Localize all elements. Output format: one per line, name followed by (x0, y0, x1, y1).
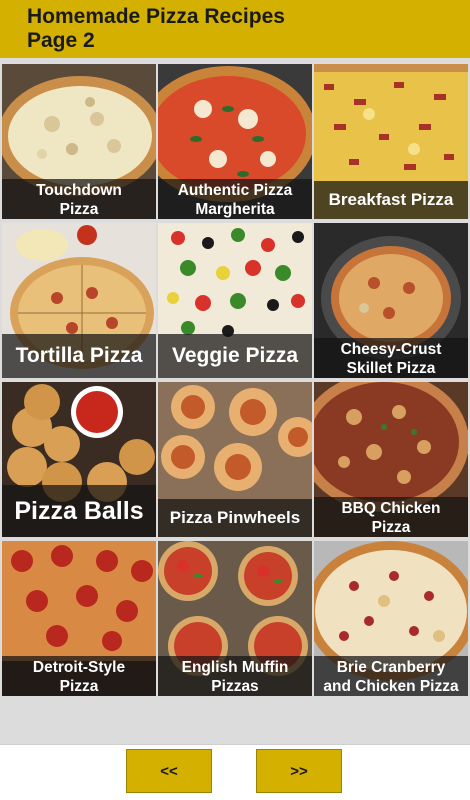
recipe-tile-tortilla-pizza[interactable]: Tortilla Pizza (2, 223, 156, 378)
recipe-tile-pizza-balls[interactable]: Pizza Balls (2, 382, 156, 537)
next-page-button[interactable]: >> (256, 749, 342, 793)
recipe-tile-breakfast-pizza[interactable]: Breakfast Pizza (314, 64, 468, 219)
recipe-caption: Veggie Pizza (158, 334, 312, 378)
recipe-caption: Brie Cranberry and Chicken Pizza (314, 656, 468, 696)
recipe-tile-veggie-pizza[interactable]: Veggie Pizza (158, 223, 312, 378)
recipe-caption: Detroit-Style Pizza (2, 656, 156, 696)
recipe-caption: Touchdown Pizza (2, 179, 156, 219)
app-header: Homemade Pizza Recipes Page 2 (0, 0, 470, 58)
recipe-tile-brie-cranberry-chicken-pizza[interactable]: Brie Cranberry and Chicken Pizza (314, 541, 468, 696)
recipe-tile-pizza-pinwheels[interactable]: Pizza Pinwheels (158, 382, 312, 537)
page-title: Homemade Pizza Recipes (27, 5, 285, 28)
recipe-tile-bbq-chicken-pizza[interactable]: BBQ Chicken Pizza (314, 382, 468, 537)
recipe-tile-detroit-style-pizza[interactable]: Detroit-Style Pizza (2, 541, 156, 696)
recipe-caption: Authentic Pizza Margherita (158, 179, 312, 219)
previous-page-button[interactable]: << (126, 749, 212, 793)
page-subtitle: Page 2 (27, 29, 95, 52)
recipe-grid: Touchdown Pizza Authentic Pizza Margherita (2, 64, 468, 696)
recipe-caption: Tortilla Pizza (2, 334, 156, 378)
recipe-caption: Breakfast Pizza (314, 181, 468, 219)
recipe-caption: English Muffin Pizzas (158, 656, 312, 696)
recipe-caption: BBQ Chicken Pizza (314, 497, 468, 537)
recipe-caption: Cheesy-Crust Skillet Pizza (314, 338, 468, 378)
pagination-bar: << >> (0, 744, 470, 800)
recipe-tile-authentic-pizza-margherita[interactable]: Authentic Pizza Margherita (158, 64, 312, 219)
recipe-caption: Pizza Pinwheels (158, 499, 312, 537)
recipe-caption: Pizza Balls (2, 485, 156, 537)
recipe-tile-english-muffin-pizzas[interactable]: English Muffin Pizzas (158, 541, 312, 696)
recipe-tile-cheesy-crust-skillet-pizza[interactable]: Cheesy-Crust Skillet Pizza (314, 223, 468, 378)
recipe-tile-touchdown-pizza[interactable]: Touchdown Pizza (2, 64, 156, 219)
recipe-grid-area: Touchdown Pizza Authentic Pizza Margherita (0, 58, 470, 744)
